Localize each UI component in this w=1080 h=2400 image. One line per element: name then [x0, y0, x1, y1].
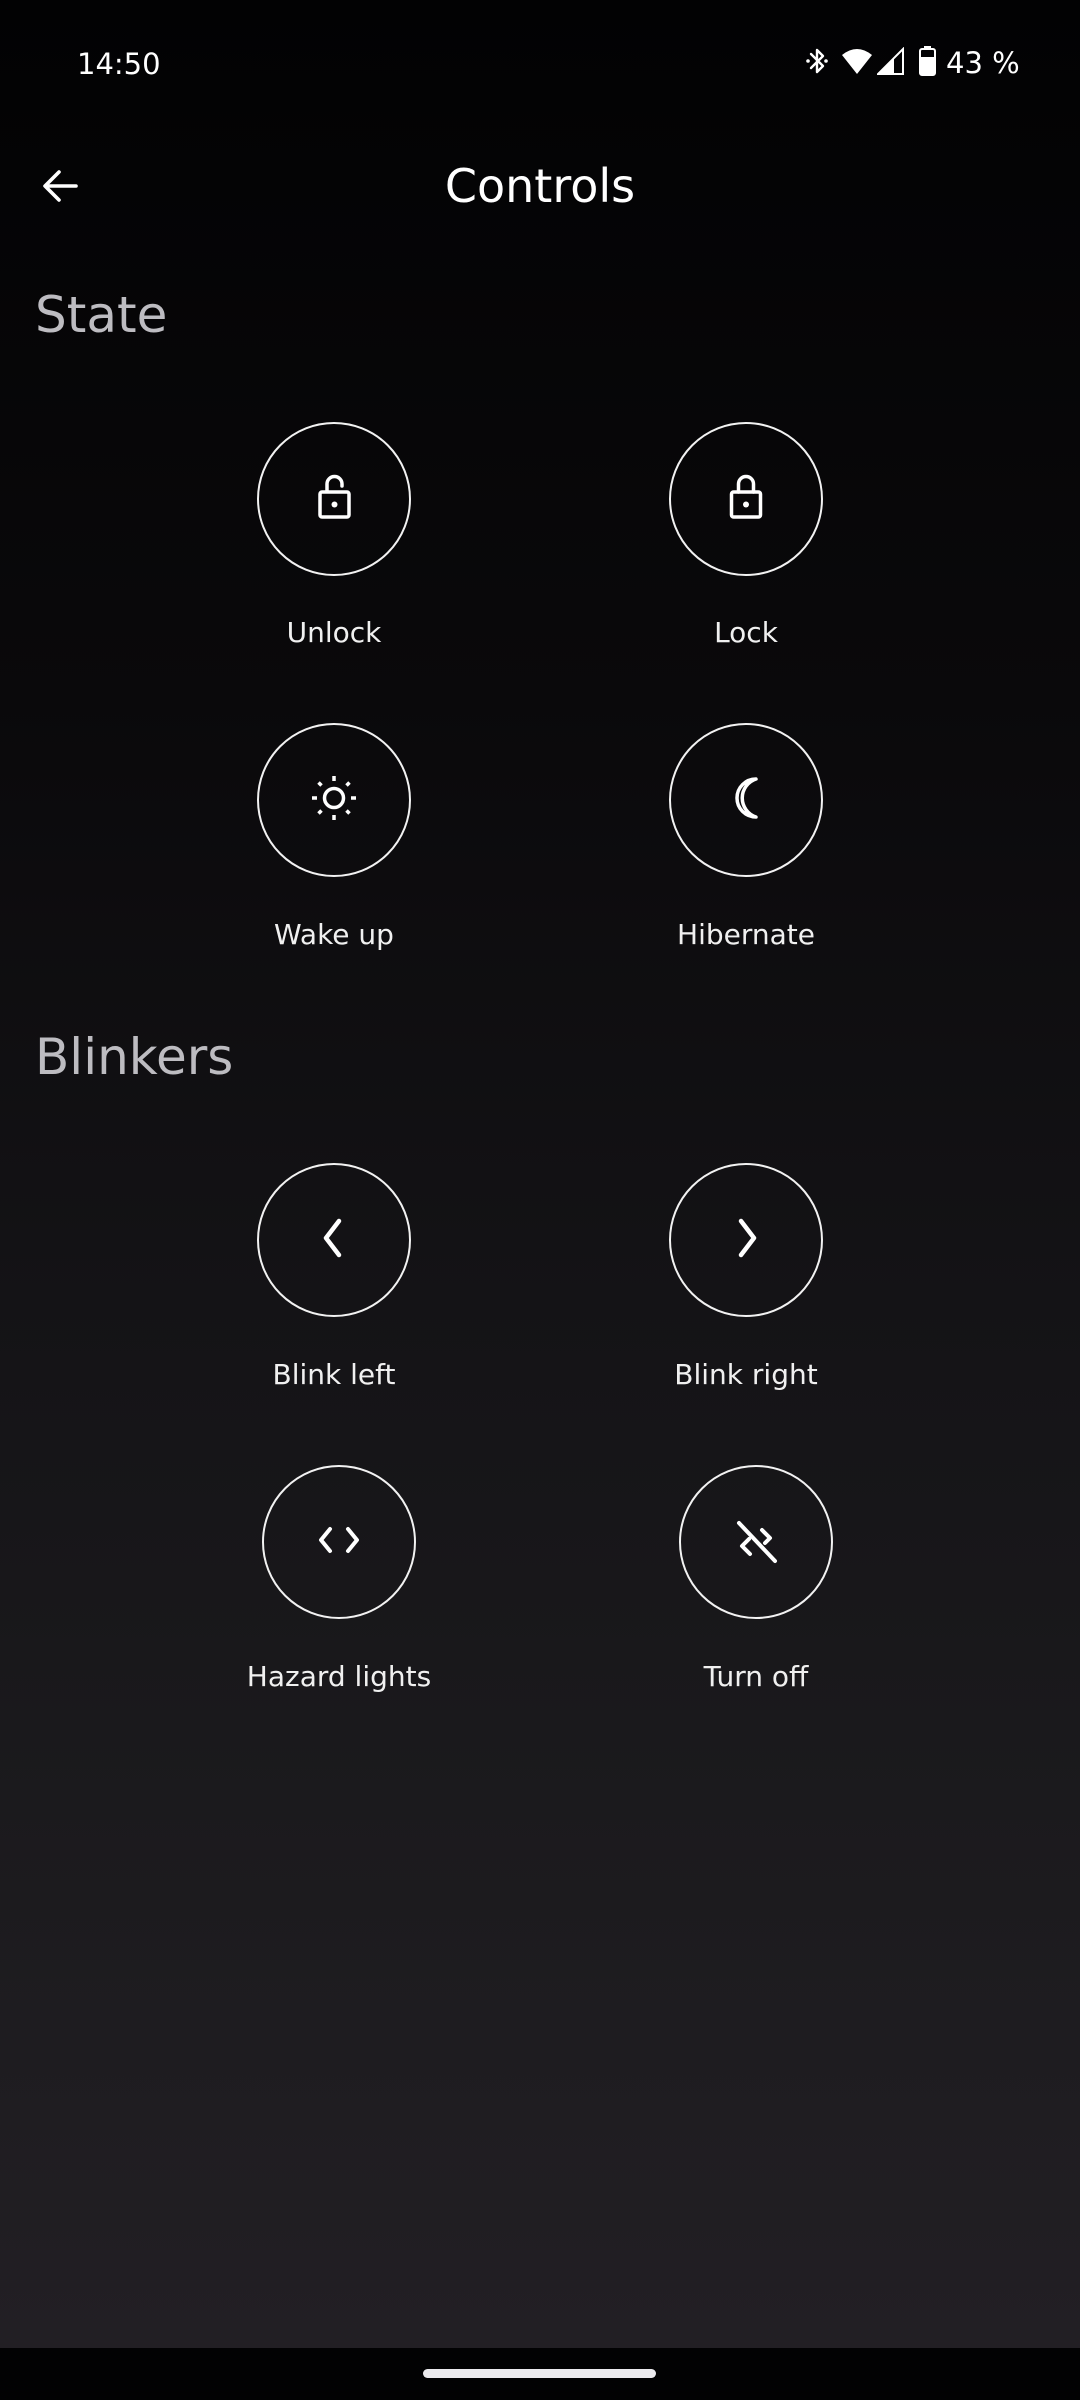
hibernate-button[interactable]	[669, 723, 823, 877]
hazard-chevrons-icon	[316, 1525, 362, 1559]
control-blink-left: Blink left	[214, 1163, 454, 1403]
section-title-blinkers: Blinkers	[35, 1028, 234, 1086]
cell-signal-icon	[875, 46, 905, 79]
lock-label: Lock	[714, 616, 778, 649]
moon-icon	[726, 774, 766, 826]
turn-off-button[interactable]	[679, 1465, 833, 1619]
unlock-label: Unlock	[286, 616, 382, 649]
blinkers-off-icon	[731, 1515, 781, 1569]
unlock-button[interactable]	[257, 422, 411, 576]
unlock-icon	[312, 473, 356, 525]
control-hazard-lights: Hazard lights	[219, 1465, 459, 1705]
wifi-icon	[841, 47, 873, 79]
home-gesture-handle[interactable]	[423, 2369, 656, 2378]
control-wake-up: Wake up	[214, 723, 454, 963]
turn-off-label: Turn off	[703, 1660, 809, 1693]
status-time: 14:50	[77, 47, 161, 81]
blink-left-label: Blink left	[272, 1358, 396, 1391]
blink-left-button[interactable]	[257, 1163, 411, 1317]
control-turn-off: Turn off	[636, 1465, 876, 1705]
sun-icon	[309, 773, 359, 827]
hazard-lights-label: Hazard lights	[246, 1660, 432, 1693]
blink-right-label: Blink right	[674, 1358, 818, 1391]
status-icons: 43 %	[805, 45, 1020, 81]
hazard-lights-button[interactable]	[262, 1465, 416, 1619]
control-hibernate: Hibernate	[626, 723, 866, 963]
chevron-left-icon	[319, 1216, 349, 1264]
hibernate-label: Hibernate	[677, 918, 815, 951]
battery-icon	[919, 46, 936, 80]
wake-up-button[interactable]	[257, 723, 411, 877]
control-blink-right: Blink right	[626, 1163, 866, 1403]
battery-percent: 43 %	[946, 46, 1020, 80]
lock-button[interactable]	[669, 422, 823, 576]
page-title: Controls	[444, 159, 636, 213]
control-lock: Lock	[626, 422, 866, 662]
lock-icon	[724, 473, 768, 525]
control-unlock: Unlock	[214, 422, 454, 662]
bluetooth-icon	[805, 45, 829, 81]
blink-right-button[interactable]	[669, 1163, 823, 1317]
wake-up-label: Wake up	[274, 918, 394, 951]
chevron-right-icon	[731, 1216, 761, 1264]
section-title-state: State	[35, 286, 168, 344]
